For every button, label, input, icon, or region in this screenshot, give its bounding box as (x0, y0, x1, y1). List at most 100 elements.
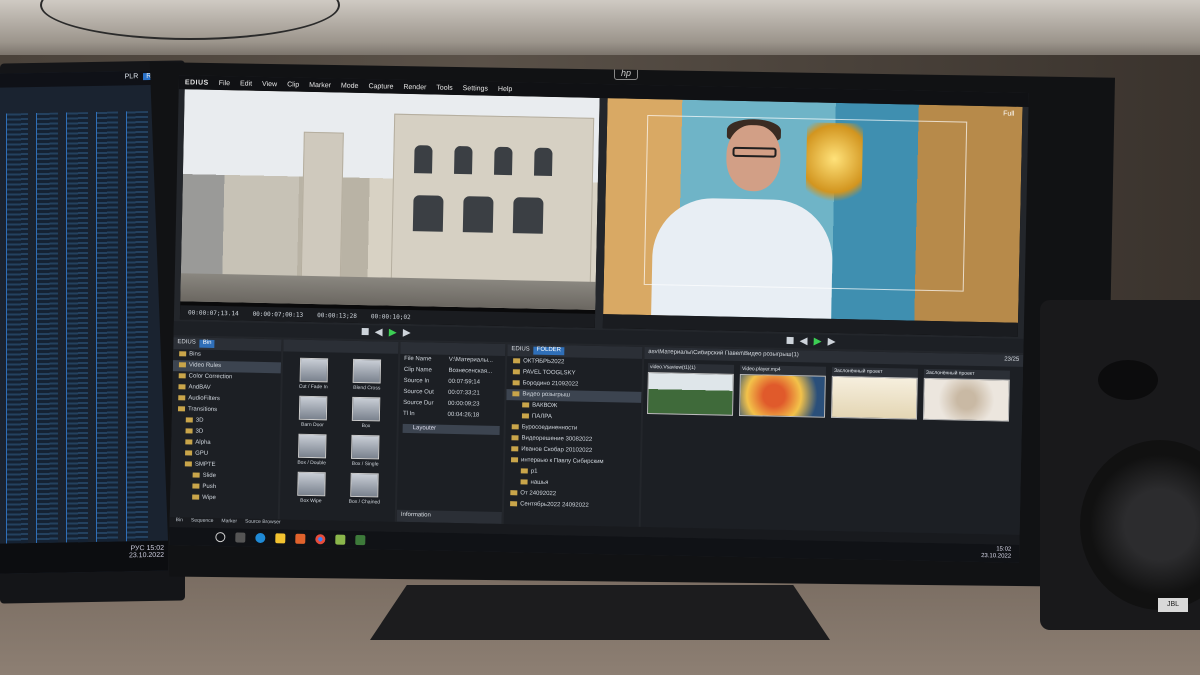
menu-file[interactable]: File (219, 79, 230, 86)
tab-folder[interactable]: FOLDER (533, 346, 565, 356)
menu-settings[interactable]: Settings (463, 85, 488, 93)
window (412, 195, 444, 232)
menu-clip[interactable]: Clip (287, 81, 299, 88)
folder-icon (192, 472, 200, 478)
clip-image (922, 377, 1010, 422)
clip-thumbnails: video.Vsaview(t1)(1) Video.player.mp4 За… (643, 359, 1023, 426)
effect-thumbnail (350, 472, 379, 498)
edius-icon[interactable] (355, 534, 366, 546)
clip-thumbnail[interactable]: Video.player.mp4 (739, 364, 827, 418)
explorer-icon[interactable] (275, 533, 286, 544)
app-icon[interactable] (295, 533, 306, 544)
folder-panel: EDIUS FOLDER ОКТЯБРЬ2022 PAVEL TOOGLSKY … (503, 344, 643, 527)
tab-sequence[interactable]: Sequence (191, 517, 214, 527)
info-row: Tl In 00:04:26;18 (402, 410, 480, 419)
clock-time: 15:02 (996, 546, 1012, 553)
folder-icon (184, 461, 192, 467)
folder-icon (178, 362, 187, 368)
audio-meter (126, 111, 148, 542)
app-icon[interactable] (335, 534, 346, 545)
effect-list-panel: Cut / Fade In Blend Cross Barn Door Box … (279, 339, 399, 522)
menu-help[interactable]: Help (498, 85, 513, 92)
folder-icon (178, 384, 186, 390)
effect-item[interactable]: Box / Chained (340, 472, 390, 506)
effect-item[interactable]: Box / Double (287, 433, 337, 467)
effect-thumbnail (352, 358, 382, 384)
menu-tools[interactable]: Tools (436, 84, 452, 91)
speaker-logo: JBL (1158, 598, 1188, 612)
menu-view[interactable]: View (262, 80, 277, 87)
stop-button[interactable] (361, 328, 369, 336)
effect-thumbnail (297, 433, 327, 459)
clip-thumbnail[interactable]: Заслонённый проект (830, 366, 919, 420)
taskbar-clock[interactable]: 15:02 23.10.2022 (981, 546, 1011, 561)
folder-icon (511, 435, 519, 441)
information-panel: File Name V:\Материалы... Clip Name Вознес… (396, 341, 506, 525)
tree-item[interactable]: Wipe (170, 492, 278, 505)
folder-item[interactable]: Сентябрь2022 24092022 (504, 499, 639, 513)
tab-bin[interactable]: Bin (199, 339, 215, 348)
folder-icon (511, 446, 519, 452)
rewind-button[interactable] (375, 328, 383, 336)
menu-edit[interactable]: Edit (240, 80, 252, 87)
search-icon[interactable] (215, 532, 226, 543)
effect-tree-panel: EDIUS Bin Bins Video Rules Color Correct… (169, 337, 282, 520)
folder-icon (185, 417, 193, 423)
rewind-button[interactable] (799, 337, 807, 345)
menu-render[interactable]: Render (403, 83, 426, 90)
clip-thumbnail[interactable]: video.Vsaview(t1)(1) (647, 363, 735, 416)
folder-icon (179, 351, 187, 357)
left-taskbar: РУС 15:02 23.10.2022 (0, 540, 168, 574)
player-viewer[interactable]: 00:00:07;13.14 00:00:07;00:13 00:00:13;2… (179, 89, 600, 328)
forward-button[interactable] (827, 338, 835, 346)
chrome-icon[interactable] (315, 534, 326, 545)
effect-item[interactable]: Box Wipe (286, 471, 336, 504)
folder-icon (513, 358, 521, 364)
menu-capture[interactable]: Capture (368, 83, 393, 91)
edge-icon[interactable] (255, 532, 266, 544)
forward-button[interactable] (403, 329, 411, 337)
play-button[interactable] (389, 329, 397, 337)
zoom-label[interactable]: Full (1003, 110, 1014, 117)
tab-bin[interactable]: Bin (176, 517, 183, 527)
folder-icon (185, 428, 193, 434)
folder-icon (512, 380, 520, 386)
effect-thumbnail (351, 434, 380, 460)
folder-icon (520, 479, 528, 485)
folder-icon (520, 468, 528, 474)
effect-item[interactable]: Blend Cross (342, 358, 392, 392)
play-button[interactable] (813, 337, 821, 345)
folder-icon (512, 391, 520, 397)
menu-marker[interactable]: Marker (309, 81, 331, 88)
tab-edius[interactable]: EDIUS (511, 346, 529, 354)
effect-thumbnail (298, 395, 328, 421)
folder-icon (510, 457, 519, 463)
tab-marker[interactable]: Marker (221, 518, 237, 528)
window (454, 145, 473, 175)
recorder-viewer[interactable]: Full (602, 98, 1023, 337)
timecode: 00:00:07;13.14 (187, 308, 239, 317)
audio-meter-header: PLR REC (0, 70, 168, 88)
speaker-port (1098, 360, 1158, 400)
recorder-transport (786, 336, 835, 346)
clip-thumbnail[interactable]: Заслонённый проект (922, 368, 1011, 422)
tab-edius[interactable]: EDIUS (177, 339, 195, 347)
folder-icon (177, 406, 186, 412)
window (462, 196, 494, 233)
effect-item[interactable]: Box / Single (340, 434, 390, 468)
clip-image (830, 375, 918, 420)
task-view-icon[interactable] (235, 532, 246, 543)
window (512, 197, 544, 234)
left-monitor-screen: PLR REC РУС 15:02 23.10.2022 (0, 70, 168, 574)
speaker-woofer (1080, 440, 1200, 610)
effect-item[interactable]: Box (341, 396, 391, 430)
effect-item[interactable]: Cut / Fade In (288, 357, 338, 391)
player-transport (361, 328, 411, 337)
effect-item[interactable]: Barn Door (288, 395, 338, 429)
layouter-layer[interactable]: Layouter (402, 423, 500, 435)
menu-mode[interactable]: Mode (341, 82, 359, 89)
clip-count: 23/25 (1004, 356, 1020, 363)
monitor-stand (370, 585, 830, 640)
stop-button[interactable] (786, 336, 794, 345)
timecode: 00:00:07;00:13 (252, 310, 304, 319)
